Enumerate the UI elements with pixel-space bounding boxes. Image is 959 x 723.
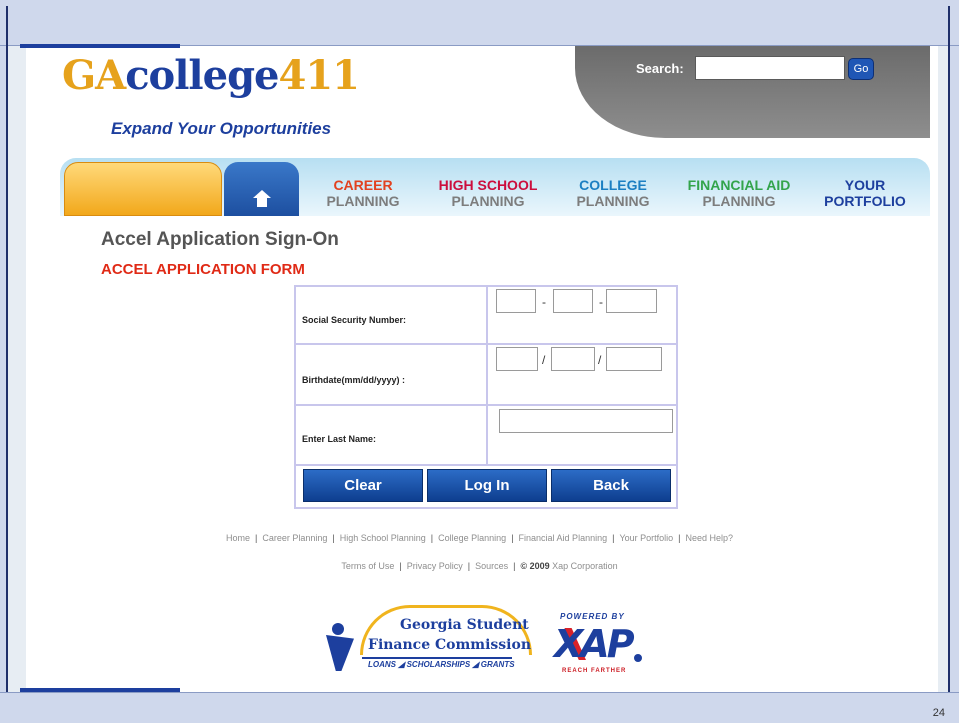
search-label: Search: bbox=[636, 61, 684, 76]
footer-separator: | bbox=[467, 561, 471, 571]
back-button[interactable]: Back bbox=[551, 469, 671, 502]
birthdate-label: Birthdate(mm/dd/yyyy) : bbox=[302, 375, 406, 385]
tab-financial-aid-planning[interactable]: FINANCIAL AID PLANNING bbox=[676, 162, 802, 216]
gsfc-name-line1: Georgia Student bbox=[400, 617, 529, 633]
column-divider bbox=[486, 287, 488, 343]
logo-ga: GA bbox=[62, 52, 126, 99]
tab-blank bbox=[64, 162, 222, 216]
tab-your-portfolio[interactable]: YOUR PORTFOLIO bbox=[804, 162, 926, 216]
tab-sublabel: PLANNING bbox=[451, 193, 525, 209]
log-in-button[interactable]: Log In bbox=[427, 469, 547, 502]
footer-link-your-portfolio[interactable]: Your Portfolio bbox=[619, 533, 673, 543]
tab-label: YOUR bbox=[844, 177, 886, 193]
footer-separator: | bbox=[678, 533, 681, 543]
gsfc-figure-body bbox=[326, 635, 354, 671]
xap-tagline: REACH FARTHER bbox=[562, 668, 627, 674]
xap-logo[interactable]: POWERED BY XAP REACH FARTHER bbox=[548, 612, 642, 678]
ssn-separator: - bbox=[599, 295, 603, 309]
tab-college-planning[interactable]: COLLEGE PLANNING bbox=[552, 162, 674, 216]
footer-separator: | bbox=[513, 561, 516, 571]
ssn-label: Social Security Number: bbox=[302, 315, 407, 325]
column-divider bbox=[486, 345, 488, 404]
slide-top-band bbox=[0, 0, 959, 46]
search-input[interactable] bbox=[695, 56, 845, 80]
tab-career-planning[interactable]: CAREER PLANNING bbox=[302, 162, 424, 216]
footer-separator: | bbox=[332, 533, 335, 543]
footer-separator: | bbox=[399, 561, 402, 571]
main-nav: CAREER PLANNING HIGH SCHOOL PLANNING COL… bbox=[60, 158, 930, 216]
birthdate-separator: / bbox=[598, 353, 602, 367]
gsfc-logo[interactable]: Georgia Student Finance Commission LOANS… bbox=[322, 603, 534, 677]
ssn-part2-input[interactable] bbox=[553, 289, 593, 313]
tab-label: FINANCIAL AID bbox=[687, 177, 791, 193]
slide-right-rule bbox=[948, 6, 950, 692]
search-go-button[interactable]: Go bbox=[848, 58, 874, 80]
gsfc-rule bbox=[362, 657, 512, 659]
copyright-text: © 2009 bbox=[520, 561, 550, 571]
footer-link-terms[interactable]: Terms of Use bbox=[341, 561, 394, 571]
gsfc-tagline: LOANS ◢ SCHOLARSHIPS ◢ GRANTS bbox=[368, 660, 515, 669]
logo-college: college bbox=[125, 52, 279, 99]
slide-accent-top bbox=[20, 44, 180, 48]
footer-nav-links: Home | Career Planning | High School Plannin… bbox=[0, 533, 959, 543]
last-name-input[interactable] bbox=[499, 409, 673, 433]
footer-separator: | bbox=[511, 533, 514, 543]
ssn-separator: - bbox=[542, 295, 546, 309]
tab-sublabel: PORTFOLIO bbox=[824, 193, 906, 209]
sign-on-form: Social Security Number: - - Birthdate(mm… bbox=[294, 285, 678, 509]
gsfc-name-line2: Finance Commission bbox=[368, 637, 532, 653]
slide-number: 24 bbox=[932, 707, 945, 719]
birth-year-input[interactable] bbox=[606, 347, 662, 371]
gsfc-figure-head bbox=[332, 623, 344, 635]
tab-sublabel: PLANNING bbox=[326, 193, 400, 209]
tab-label: HIGH SCHOOL bbox=[438, 177, 538, 193]
tab-label: CAREER bbox=[333, 177, 393, 193]
footer-separator: | bbox=[430, 533, 434, 543]
footer-link-career-planning[interactable]: Career Planning bbox=[262, 533, 327, 543]
tab-home[interactable] bbox=[224, 162, 299, 216]
footer-link-college-planning[interactable]: College Planning bbox=[438, 533, 506, 543]
birth-day-input[interactable] bbox=[551, 347, 595, 371]
footer-link-sources[interactable]: Sources bbox=[475, 561, 508, 571]
ssn-part3-input[interactable] bbox=[606, 289, 657, 313]
birthdate-separator: / bbox=[542, 353, 546, 367]
home-icon bbox=[252, 190, 271, 208]
form-row-last-name: Enter Last Name: bbox=[296, 406, 676, 466]
footer-legal-links: Terms of Use | Privacy Policy | Sources | © 20… bbox=[0, 561, 959, 571]
birth-month-input[interactable] bbox=[496, 347, 538, 371]
page-title: Accel Application Sign-On bbox=[101, 229, 339, 250]
footer-link-privacy[interactable]: Privacy Policy bbox=[407, 561, 463, 571]
footer-link-need-help[interactable]: Need Help? bbox=[685, 533, 733, 543]
clear-button[interactable]: Clear bbox=[303, 469, 423, 502]
footer-separator: | bbox=[254, 533, 258, 543]
footer-link-home[interactable]: Home bbox=[226, 533, 250, 543]
footer-link-high-school-planning[interactable]: High School Planning bbox=[340, 533, 426, 543]
last-name-label: Enter Last Name: bbox=[302, 434, 377, 444]
site-tagline: Expand Your Opportunities bbox=[111, 119, 332, 138]
xap-powered-by: POWERED BY bbox=[560, 612, 625, 621]
footer-link-xap-corporation[interactable]: Xap Corporation bbox=[552, 561, 618, 571]
xap-wordmark: XAP bbox=[554, 622, 635, 666]
slide-bottom-band bbox=[0, 692, 959, 723]
tab-sublabel: PLANNING bbox=[702, 193, 776, 209]
form-row-ssn: Social Security Number: - - bbox=[296, 287, 676, 345]
footer-link-financial-aid-planning[interactable]: Financial Aid Planning bbox=[519, 533, 608, 543]
column-divider bbox=[486, 406, 488, 464]
site-logo[interactable]: GAcollege411 bbox=[62, 52, 360, 99]
footer-separator: | bbox=[612, 533, 615, 543]
logo-411: 411 bbox=[278, 52, 360, 99]
tab-label: COLLEGE bbox=[579, 177, 647, 193]
tab-high-school-planning[interactable]: HIGH SCHOOL PLANNING bbox=[426, 162, 550, 216]
form-title: ACCEL APPLICATION FORM bbox=[101, 261, 305, 278]
form-row-birthdate: Birthdate(mm/dd/yyyy) : / / bbox=[296, 345, 676, 406]
slide-left-rule bbox=[6, 6, 8, 692]
tab-sublabel: PLANNING bbox=[576, 193, 650, 209]
ssn-part1-input[interactable] bbox=[496, 289, 536, 313]
registered-mark-icon bbox=[634, 654, 642, 662]
